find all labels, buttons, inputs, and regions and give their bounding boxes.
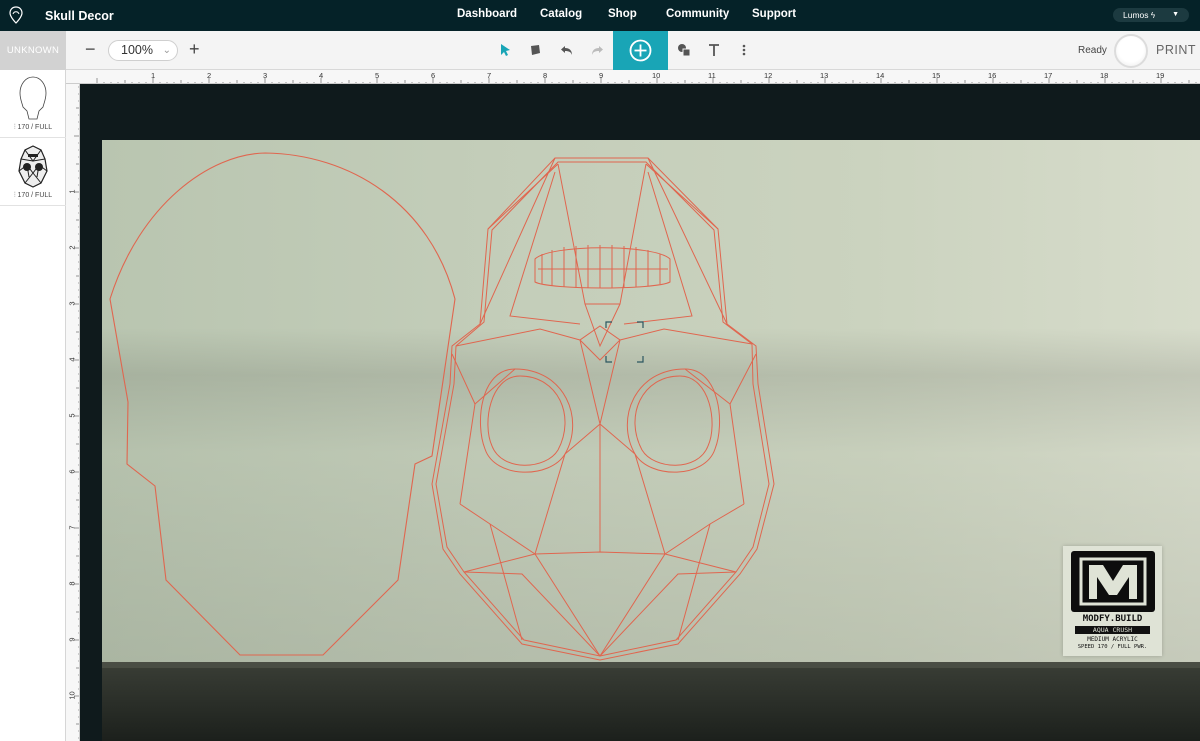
layer-setting: ⫶ 170 / FULL — [13, 192, 53, 199]
ruler-label: 6 — [67, 469, 77, 474]
nav-community[interactable]: Community — [666, 8, 729, 20]
add-icon — [629, 39, 652, 62]
shapes-icon[interactable] — [677, 43, 691, 57]
ruler-label: 10 — [67, 691, 77, 700]
material-label-card: MODFY.BUILD AQUA CRUSH MEDIUM ACRYLIC SP… — [1063, 546, 1162, 656]
text-icon[interactable] — [708, 43, 720, 57]
ruler-label: 16 — [988, 71, 997, 80]
ruler-label: 2 — [207, 71, 212, 80]
ruler-label: 8 — [67, 581, 77, 586]
ruler-label: 15 — [932, 71, 941, 80]
ruler-label: 4 — [67, 357, 77, 362]
print-label[interactable]: PRINT — [1156, 43, 1196, 57]
skull-outline-thumbnail — [19, 76, 47, 120]
modfy-logo-icon — [1071, 551, 1155, 612]
vertical-ruler: -1 1 2 3 4 5 6 7 8 9 10 — [66, 84, 80, 741]
zoom-value: 100% — [121, 43, 153, 57]
toolbar: UNKNOWN − 100% ⌄ + Ready PRINT — [0, 31, 1200, 70]
undo-icon[interactable] — [560, 43, 574, 57]
ruler-label: 6 — [431, 71, 436, 80]
ruler-label: 3 — [263, 71, 268, 80]
print-button[interactable] — [1114, 34, 1148, 68]
ruler-label: 8 — [543, 71, 548, 80]
nav-shop[interactable]: Shop — [608, 8, 637, 20]
work-area-canvas[interactable]: MODFY.BUILD AQUA CRUSH MEDIUM ACRYLIC SP… — [80, 84, 1200, 741]
ruler-label: -1 — [68, 84, 77, 86]
machine-status: Ready — [1078, 45, 1107, 56]
ruler-label: 1 — [151, 71, 156, 80]
material-tab[interactable]: UNKNOWN — [0, 31, 66, 70]
caret-down-icon: ▼ — [1172, 11, 1179, 18]
ruler-label: 10 — [652, 71, 661, 80]
zoom-out-button[interactable]: − — [85, 39, 96, 60]
stamp-icon[interactable] — [528, 43, 542, 57]
ruler-label: 14 — [876, 71, 885, 80]
material-speed: SPEED 170 / FULL PWR. — [1077, 644, 1148, 650]
zoom-in-button[interactable]: + — [189, 39, 200, 60]
layer-item[interactable]: ⫶ 170 / FULL — [0, 70, 66, 138]
bolt-icon: ϟ — [1150, 11, 1156, 20]
horizontal-ruler: 1 2 3 4 5 6 7 8 9 10 11 12 13 14 15 16 17 18 19 — [66, 70, 1200, 84]
redo-icon[interactable] — [590, 43, 604, 57]
laser-icon: ⫶ — [13, 192, 16, 199]
ruler-label: 13 — [820, 71, 829, 80]
ruler-label: 1 — [67, 189, 77, 194]
bed-camera-image — [102, 140, 1200, 741]
ruler-label: 19 — [1156, 71, 1165, 80]
device-selector[interactable]: Lumos ϟ ▼ — [1113, 8, 1189, 22]
ruler-label: 2 — [67, 245, 77, 250]
ruler-label: 11 — [708, 71, 716, 80]
more-vertical-icon[interactable] — [742, 43, 746, 57]
layer-panel: ⫶ 170 / FULL ⫶ 170 / FULL — [0, 70, 66, 741]
ruler-label: 3 — [67, 301, 77, 306]
ruler-label: 7 — [487, 71, 492, 80]
ruler-label: 9 — [599, 71, 604, 80]
device-name: Lumos — [1123, 10, 1149, 20]
nav-support[interactable]: Support — [752, 8, 796, 20]
nav-catalog[interactable]: Catalog — [540, 8, 582, 20]
ruler-label: 4 — [319, 71, 324, 80]
material-brand: MODFY.BUILD — [1082, 614, 1143, 624]
layer-item[interactable]: ⫶ 170 / FULL — [0, 138, 66, 206]
nav-dashboard[interactable]: Dashboard — [457, 8, 517, 20]
ruler-label: 17 — [1044, 71, 1053, 80]
zoom-select[interactable]: 100% ⌄ — [108, 40, 178, 61]
ruler-label: 5 — [67, 413, 77, 418]
ruler-label: 9 — [67, 637, 77, 642]
laser-icon: ⫶ — [13, 124, 16, 131]
add-button[interactable] — [613, 31, 668, 70]
chevron-down-icon: ⌄ — [162, 45, 171, 56]
select-arrow-icon[interactable] — [499, 43, 512, 57]
main-nav: Dashboard Catalog Shop Community Support — [0, 8, 1200, 24]
material-type: MEDIUM ACRYLIC — [1087, 636, 1138, 643]
skull-geometric-thumbnail — [18, 145, 48, 188]
ruler-label: 18 — [1100, 71, 1109, 80]
ruler-label: 7 — [67, 525, 77, 530]
ruler-label: 12 — [764, 71, 773, 80]
layer-setting: ⫶ 170 / FULL — [13, 124, 53, 131]
material-name: AQUA CRUSH — [1075, 626, 1150, 634]
ruler-ticks — [96, 78, 1197, 83]
top-navigation-bar: Skull Decor Dashboard Catalog Shop Commu… — [0, 0, 1200, 31]
ruler-label: 5 — [375, 71, 380, 80]
